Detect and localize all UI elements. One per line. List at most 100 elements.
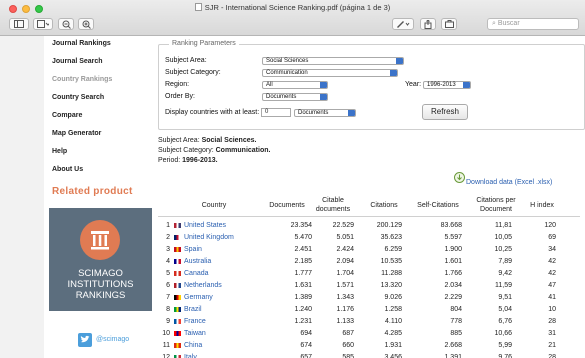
sidebar-item-help[interactable]: Help (52, 148, 67, 155)
table-row: 10 Taiwan 694 687 4.285 885 10,66 31 (158, 328, 580, 339)
country-flag-icon (174, 319, 181, 324)
download-data-link[interactable]: Download data (Excel .xlsx) (466, 179, 552, 186)
rank-cell: 3 (166, 246, 170, 253)
table-row: 3 Spain 2.451 2.424 6.259 1.900 10,25 34 (158, 244, 580, 255)
col-header-self-citations[interactable]: Self-Citations (407, 201, 469, 210)
country-flag-icon (174, 259, 181, 264)
country-link[interactable]: Brazil (184, 304, 202, 315)
documents-cell: 5.470 (294, 234, 312, 241)
summary-period-label: Period: (158, 157, 181, 164)
share-button[interactable] (420, 18, 436, 30)
order-by-label: Order By: (165, 93, 195, 100)
annotate-pen-icon (397, 21, 410, 28)
logo-line-3: RANKINGS (75, 290, 126, 301)
sidebar-item-compare[interactable]: Compare (52, 112, 82, 119)
zoom-out-button[interactable] (58, 18, 74, 30)
citable-cell: 2.094 (336, 258, 354, 265)
cpd-cell: 11,59 (495, 282, 512, 289)
search-icon: ⌕ (492, 20, 496, 27)
country-link[interactable]: France (184, 316, 206, 327)
view-menu-icon (37, 20, 51, 28)
documents-cell: 1.240 (294, 306, 312, 313)
self-cell: 2.229 (444, 294, 462, 301)
summary-category-label: Subject Category: (158, 147, 214, 154)
subject-category-label: Subject Category: (165, 69, 221, 76)
documents-cell: 1.389 (294, 294, 312, 301)
window-titlebar: SJR - International Science Ranking.pdf … (0, 0, 585, 36)
min-documents-input[interactable]: 0 (261, 108, 291, 117)
share-icon (424, 19, 432, 29)
citable-cell: 687 (342, 330, 354, 337)
year-select[interactable]: 1996-2013 (423, 81, 471, 89)
zoom-out-icon (62, 20, 71, 29)
country-link[interactable]: United Kingdom (184, 232, 234, 243)
citations-cell: 13.320 (380, 282, 402, 289)
country-link[interactable]: Italy (184, 352, 197, 358)
order-by-select[interactable]: Documents (262, 93, 328, 101)
rank-cell: 9 (166, 318, 170, 325)
country-flag-icon (174, 247, 181, 252)
country-link[interactable]: Germany (184, 292, 213, 303)
logo-line-2: INSTITUTIONS (67, 279, 134, 290)
refresh-button[interactable]: Refresh (422, 104, 468, 120)
country-link[interactable]: United States (184, 220, 226, 231)
col-header-documents[interactable]: Documents (262, 201, 312, 210)
annotate-button[interactable] (392, 18, 414, 30)
twitter-icon[interactable] (78, 333, 92, 347)
subject-category-select[interactable]: Communication (262, 69, 398, 77)
citations-cell: 3.456 (384, 354, 402, 358)
self-cell: 885 (450, 330, 462, 337)
col-header-h-index[interactable]: H index (524, 201, 560, 210)
citable-cell: 1.176 (336, 306, 354, 313)
documents-cell: 674 (300, 342, 312, 349)
citable-cell: 2.424 (336, 246, 354, 253)
citable-cell: 1.133 (336, 318, 354, 325)
table-row: 6 Netherlands 1.631 1.571 13.320 2.034 11,59 47 (158, 280, 580, 291)
col-header-country[interactable]: Country (184, 201, 244, 210)
country-link[interactable]: Australia (184, 256, 211, 267)
sidebar-item-journal-rankings[interactable]: Journal Rankings (52, 40, 111, 47)
citations-cell: 1.931 (384, 342, 402, 349)
scimago-institutions-rankings-banner[interactable]: SCIMAGO INSTITUTIONS RANKINGS (49, 208, 152, 311)
summary-subject-area: Subject Area: Social Sciences. (158, 137, 256, 144)
rank-cell: 10 (162, 330, 170, 337)
sidebar-item-about-us[interactable]: About Us (52, 166, 83, 173)
col-header-citations-per-document[interactable]: Citations per Document (470, 196, 522, 214)
cpd-cell: 11,81 (495, 222, 512, 229)
sidebar-item-country-rankings[interactable]: Country Rankings (52, 76, 112, 83)
documents-cell: 1.231 (294, 318, 312, 325)
sidebar-item-country-search[interactable]: Country Search (52, 94, 104, 101)
col-header-citations[interactable]: Citations (362, 201, 406, 210)
cpd-cell: 10,25 (494, 246, 512, 253)
sidebar-item-journal-search[interactable]: Journal Search (52, 58, 103, 65)
country-link[interactable]: Canada (184, 268, 209, 279)
table-row: 11 China 674 660 1.931 2.668 5,99 21 (158, 340, 580, 351)
toolbox-button[interactable] (441, 18, 457, 30)
region-select[interactable]: All (262, 81, 328, 89)
country-link[interactable]: Taiwan (184, 328, 206, 339)
rank-cell: 5 (166, 270, 170, 277)
twitter-handle[interactable]: @scimago (96, 336, 129, 343)
cpd-cell: 6,76 (498, 318, 512, 325)
sidebar-toggle-icon (14, 20, 24, 28)
search-input[interactable]: ⌕ Buscar (487, 18, 579, 30)
window-title: SJR - International Science Ranking.pdf … (204, 3, 391, 12)
sidebar-item-map-generator[interactable]: Map Generator (52, 130, 101, 137)
country-link[interactable]: China (184, 340, 202, 351)
download-icon[interactable] (454, 172, 465, 183)
cpd-cell: 5,04 (498, 306, 512, 313)
sidebar-toggle-button[interactable] (9, 18, 29, 30)
min-documents-unit-select[interactable]: Documents (294, 109, 356, 117)
self-cell: 778 (450, 318, 462, 325)
view-menu-button[interactable] (33, 18, 53, 30)
country-flag-icon (174, 283, 181, 288)
country-link[interactable]: Netherlands (184, 280, 222, 291)
subject-area-select[interactable]: Social Sciences (262, 57, 404, 65)
col-header-citable-documents[interactable]: Citable documents (312, 196, 354, 214)
citations-cell: 9.026 (384, 294, 402, 301)
toolbox-icon (444, 20, 454, 28)
citable-cell: 1.704 (336, 270, 354, 277)
country-link[interactable]: Spain (184, 244, 202, 255)
zoom-in-button[interactable] (78, 18, 94, 30)
table-row: 9 France 1.231 1.133 4.110 778 6,76 28 (158, 316, 580, 327)
